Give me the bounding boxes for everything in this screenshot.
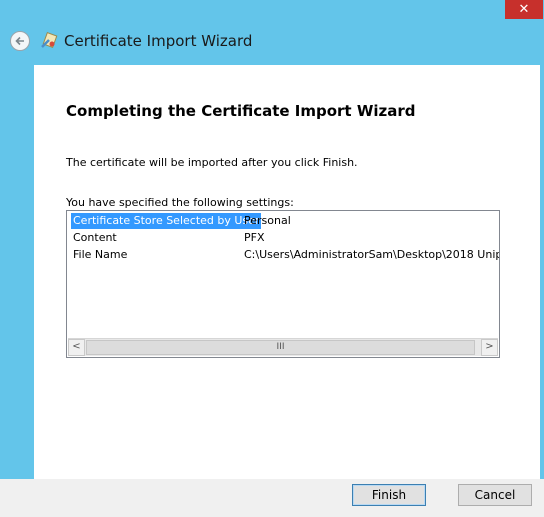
window-title: Certificate Import Wizard xyxy=(64,32,253,50)
setting-value: Personal xyxy=(244,214,291,227)
cancel-button[interactable]: Cancel xyxy=(458,484,532,506)
close-button[interactable]: ✕ xyxy=(505,0,543,19)
wizard-page: Completing the Certificate Import Wizard… xyxy=(34,65,540,479)
button-bar: Finish Cancel xyxy=(0,479,544,517)
settings-label: You have specified the following setting… xyxy=(66,196,294,209)
scroll-left-button[interactable]: < xyxy=(68,339,85,356)
scroll-thumb[interactable]: III xyxy=(86,340,475,355)
back-arrow-icon xyxy=(15,36,24,46)
scroll-right-button[interactable]: > xyxy=(481,339,498,356)
back-button[interactable] xyxy=(10,31,30,51)
setting-value: PFX xyxy=(244,231,265,244)
finish-button[interactable]: Finish xyxy=(352,484,426,506)
settings-list[interactable]: Certificate Store Selected by User Perso… xyxy=(66,210,500,358)
intro-text: The certificate will be imported after y… xyxy=(66,156,358,169)
setting-key: File Name xyxy=(73,248,128,261)
horizontal-scrollbar[interactable]: < III > xyxy=(68,338,498,356)
certificate-icon xyxy=(41,32,58,48)
setting-value: C:\Users\AdministratorSam\Desktop\2018 U… xyxy=(244,248,499,261)
setting-key: Content xyxy=(73,231,117,244)
setting-key: Certificate Store Selected by User xyxy=(71,213,262,229)
page-heading: Completing the Certificate Import Wizard xyxy=(66,102,416,120)
